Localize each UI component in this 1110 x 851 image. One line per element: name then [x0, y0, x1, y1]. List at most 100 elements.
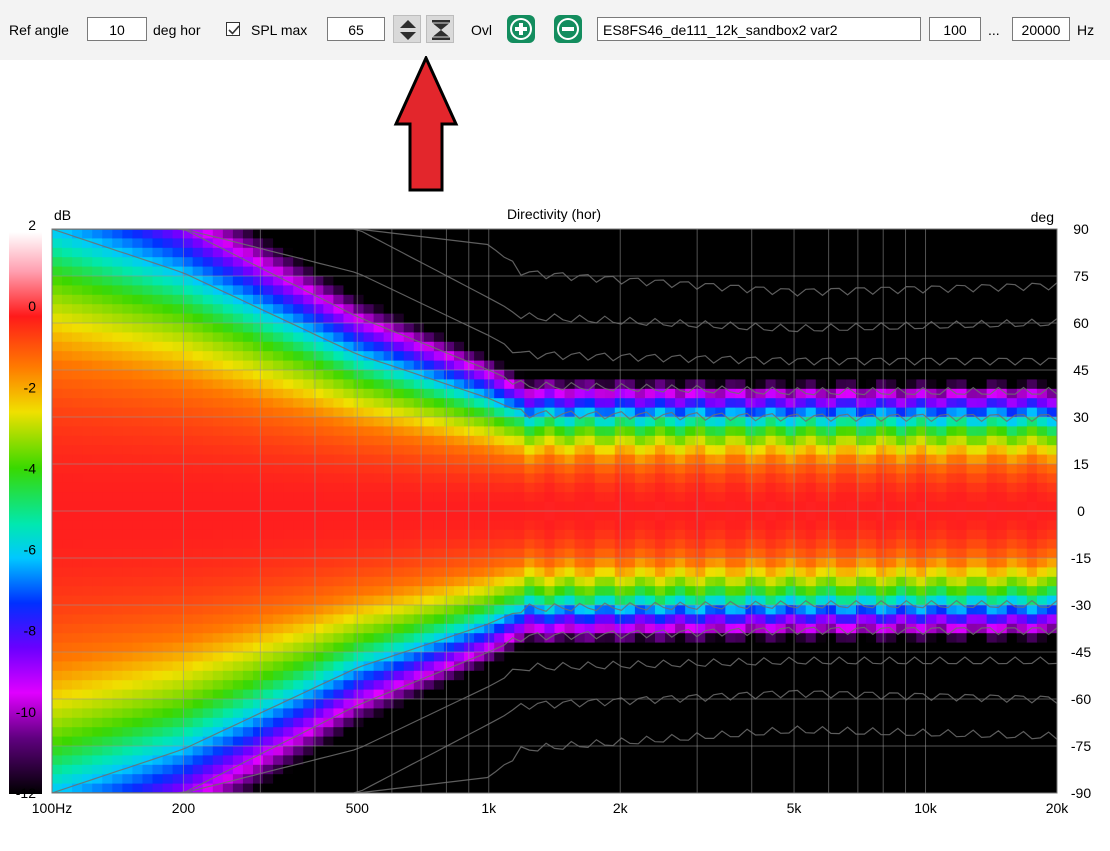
heatmap-cell — [232, 614, 244, 625]
heatmap-cell — [705, 511, 716, 521]
heatmap-cell — [564, 238, 576, 249]
heatmap-cell — [433, 473, 445, 484]
heatmap-cell — [303, 398, 314, 409]
heatmap-cell — [835, 417, 847, 427]
heatmap-cell — [504, 764, 515, 775]
heatmap-cell — [815, 614, 827, 625]
heatmap-cell — [725, 529, 736, 540]
heatmap-cell — [474, 266, 485, 277]
heatmap-cell — [644, 642, 656, 653]
heatmap-cell — [644, 717, 656, 728]
heatmap-cell — [403, 482, 415, 493]
heatmap-cell — [132, 492, 144, 503]
heatmap-cell — [202, 576, 214, 587]
heatmap-cell — [745, 661, 757, 672]
heatmap-cell — [343, 539, 355, 550]
heatmap-cell — [232, 689, 244, 700]
heatmap-cell — [484, 276, 495, 286]
heatmap-cell — [845, 548, 857, 559]
heatmap-cell — [604, 548, 616, 559]
heatmap-cell — [484, 717, 495, 728]
heatmap-cell — [212, 257, 224, 268]
heatmap-cell — [152, 360, 164, 371]
heatmap-cell — [263, 661, 274, 672]
heatmap-cell — [383, 266, 395, 277]
heatmap-cell — [182, 285, 194, 296]
heatmap-cell — [685, 755, 696, 766]
heatmap-cell — [52, 511, 63, 521]
heatmap-cell — [584, 774, 596, 785]
heatmap-cell — [152, 642, 164, 653]
heatmap-cell — [644, 586, 656, 597]
heatmap-cell — [353, 755, 365, 766]
heatmap-cell — [263, 774, 274, 785]
heatmap-cell — [454, 445, 465, 456]
heatmap-cell — [62, 464, 73, 474]
heatmap-cell — [62, 633, 73, 644]
heatmap-cell — [845, 398, 857, 409]
heatmap-cell — [755, 304, 767, 315]
heatmap-cell — [725, 304, 736, 315]
heatmap-cell — [323, 247, 334, 258]
heatmap-cell — [725, 614, 736, 625]
heatmap-cell — [132, 417, 144, 427]
heatmap-cell — [82, 501, 93, 512]
heatmap-cell — [604, 247, 616, 258]
heatmap-cell — [655, 379, 666, 390]
heatmap-cell — [765, 736, 777, 747]
heatmap-cell — [323, 764, 334, 775]
heatmap-cell — [363, 511, 375, 521]
heatmap-cell — [162, 548, 174, 559]
heatmap-cell — [102, 605, 113, 615]
heatmap-cell — [665, 445, 676, 456]
heatmap-cell — [524, 341, 535, 352]
heatmap-cell — [584, 614, 596, 625]
heatmap-cell — [665, 717, 676, 728]
heatmap-cell — [825, 529, 837, 540]
heatmap-cell — [454, 539, 465, 550]
heatmap-cell — [152, 426, 164, 437]
heatmap-cell — [192, 351, 204, 362]
heatmap-cell — [634, 445, 646, 456]
heatmap-cell — [232, 276, 244, 286]
heatmap-cell — [72, 407, 83, 418]
heatmap-cell — [554, 783, 566, 793]
heatmap-cell — [464, 764, 475, 775]
heatmap-cell — [232, 482, 244, 493]
heatmap-cell — [775, 407, 787, 418]
heatmap-cell — [866, 774, 877, 785]
heatmap-cell — [524, 247, 535, 258]
heatmap-cell — [584, 783, 596, 793]
heatmap-cell — [212, 717, 224, 728]
heatmap-cell — [433, 351, 445, 362]
heatmap-cell — [162, 323, 174, 333]
heatmap-cell — [454, 266, 465, 277]
heatmap-cell — [62, 558, 73, 568]
heatmap-cell — [263, 670, 274, 681]
heatmap-cell — [132, 520, 144, 531]
heatmap-cell — [504, 652, 515, 662]
heatmap-cell — [805, 511, 817, 521]
heatmap-cell — [494, 323, 505, 333]
heatmap-cell — [353, 539, 365, 550]
heatmap-cell — [253, 323, 264, 333]
heatmap-cell — [323, 266, 334, 277]
heatmap-cell — [624, 727, 636, 738]
heatmap-cell — [574, 473, 586, 484]
heatmap-cell — [253, 783, 264, 793]
heatmap-cell — [765, 323, 777, 333]
heatmap-cell — [665, 370, 676, 380]
heatmap-cell — [815, 511, 827, 521]
heatmap-cell — [454, 464, 465, 474]
heatmap-cell — [815, 576, 827, 587]
heatmap-cell — [594, 247, 606, 258]
heatmap-cell — [142, 699, 154, 709]
heatmap-cell — [353, 558, 365, 568]
heatmap-cell — [132, 605, 144, 615]
heatmap-cell — [715, 482, 726, 493]
heatmap-cell — [112, 445, 123, 456]
heatmap-cell — [564, 567, 576, 578]
heatmap-cell — [464, 482, 475, 493]
heatmap-cell — [82, 727, 93, 738]
heatmap-cell — [373, 661, 385, 672]
